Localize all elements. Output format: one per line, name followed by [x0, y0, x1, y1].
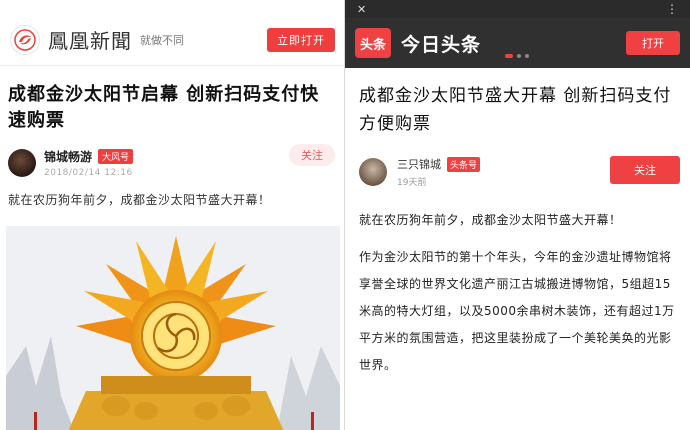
app-brand: 今日头条: [401, 33, 482, 56]
author-info: 锦城畅游 大风号 2018/02/14 12:16: [44, 148, 134, 178]
phoenix-logo-icon: [10, 24, 40, 55]
open-app-button[interactable]: 打开: [626, 31, 680, 55]
article-title: 成都金沙太阳节盛大开幕 创新扫码支付方便购票: [359, 86, 672, 134]
author-row: 三只锦城 头条号 19天前 关注: [345, 150, 690, 194]
follow-button[interactable]: 关注: [289, 144, 335, 166]
status-bar: ✕ ⋮: [345, 0, 690, 18]
author-name[interactable]: 三只锦城: [397, 156, 441, 172]
author-info: 三只锦城 头条号 19天前: [397, 156, 481, 188]
app-header: 头条 今日头条 打开: [345, 18, 690, 68]
article-paragraph: 就在农历狗年前夕，成都金沙太阳节盛大开幕！: [359, 213, 622, 227]
author-badge: 头条号: [447, 156, 481, 172]
more-icon[interactable]: ⋮: [666, 2, 678, 16]
article-image: [6, 226, 340, 430]
article-body: 就在农历狗年前夕，成都金沙太阳节盛大开幕！: [8, 193, 271, 207]
article-paragraph: 作为金沙太阳节的第十个年头，今年的金沙遗址博物馆将享誉全球的世界文化遗产丽江古城…: [359, 250, 675, 372]
carousel-dot: [525, 54, 529, 58]
status-bar: [0, 0, 345, 14]
publish-time: 19天前: [397, 178, 427, 188]
app-brand: 鳳凰新聞: [48, 29, 132, 53]
carousel-dot: [505, 54, 513, 58]
app-header: 鳳凰新聞 就做不同 立即打开: [0, 14, 345, 66]
carousel-indicator: [505, 54, 529, 58]
follow-button[interactable]: 关注: [610, 156, 680, 184]
back-icon[interactable]: ✕: [357, 3, 366, 16]
avatar[interactable]: [8, 149, 36, 177]
author-name[interactable]: 锦城畅游: [44, 148, 92, 165]
article-title: 成都金沙太阳节启幕 创新扫码支付快速购票: [8, 84, 320, 131]
carousel-dot: [517, 54, 521, 58]
app-slogan: 就做不同: [140, 33, 184, 47]
toutiao-logo-icon: 头条: [355, 28, 391, 58]
toutiao-panel: ✕ ⋮ 头条 今日头条 打开 成都金沙太阳节盛大开幕 创新扫码支付方便购票 三只…: [345, 0, 690, 430]
author-row: 锦城畅游 大风号 2018/02/14 12:16 关注: [0, 134, 345, 182]
phoenix-news-panel: 鳳凰新聞 就做不同 立即打开 成都金沙太阳节启幕 创新扫码支付快速购票 锦城畅游…: [0, 0, 345, 430]
publish-date: 2018/02/14 12:16: [44, 168, 133, 178]
avatar[interactable]: [359, 158, 387, 186]
open-app-button[interactable]: 立即打开: [267, 27, 335, 52]
author-badge: 大风号: [98, 149, 134, 164]
